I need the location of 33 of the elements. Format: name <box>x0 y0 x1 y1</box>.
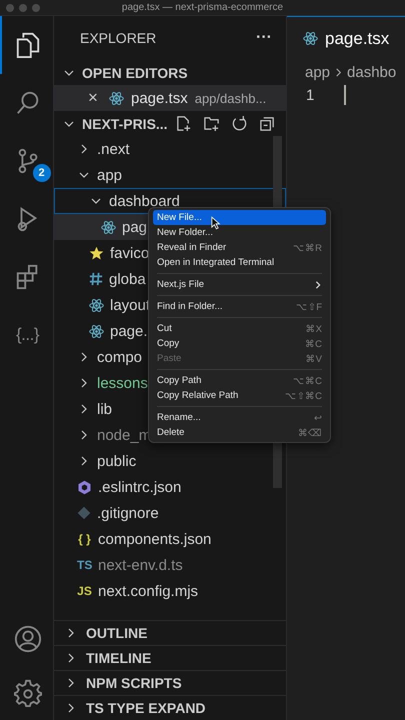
window-title: page.tsx — next-prisma-ecommerce <box>122 2 284 13</box>
tree-item-label: app <box>97 166 122 184</box>
panel-title: TS TYPE EXPAND <box>86 700 206 716</box>
braces-label: {...} <box>16 325 40 345</box>
tree-item-label: next.config.mjs <box>98 582 198 600</box>
tree-item-label: favico <box>110 244 150 262</box>
tree-item-label: lessons <box>97 374 148 392</box>
line-number: 1 <box>306 86 314 104</box>
tree-item-label: globa <box>109 270 146 288</box>
ts-icon: TS <box>77 558 92 572</box>
panel-title: OUTLINE <box>86 625 148 641</box>
tree-item-label: dashboard <box>109 192 180 210</box>
notification-badge: 2 <box>32 164 50 182</box>
panel-title: TIMELINE <box>86 650 152 666</box>
panel-title: NPM SCRIPTS <box>86 675 182 691</box>
tree-item-label: page. <box>110 322 148 340</box>
file-path: app/dashb... <box>194 90 266 106</box>
explorer-title: EXPLORER <box>80 30 156 46</box>
section-title: NEXT-PRIS... <box>82 116 168 132</box>
tree-item-label: compo <box>97 348 142 366</box>
file-name: page.tsx <box>131 90 188 106</box>
tree-item-label: components.json <box>98 530 212 548</box>
js-icon: JS <box>77 584 92 598</box>
json-icon: { } <box>77 532 92 546</box>
tree-item-label: .next <box>97 140 130 158</box>
section-title: OPEN EDITORS <box>82 64 188 80</box>
tree-item-label: .eslintrc.json <box>98 478 182 496</box>
tree-item-label: .gitignore <box>97 504 159 522</box>
tab-title: page.tsx <box>325 28 390 48</box>
tree-item-label: lib <box>97 400 112 418</box>
tree-item-label: pag <box>122 218 148 236</box>
tree-item-label: public <box>97 452 136 470</box>
tree-item-label: next-env.d.ts <box>98 556 183 574</box>
